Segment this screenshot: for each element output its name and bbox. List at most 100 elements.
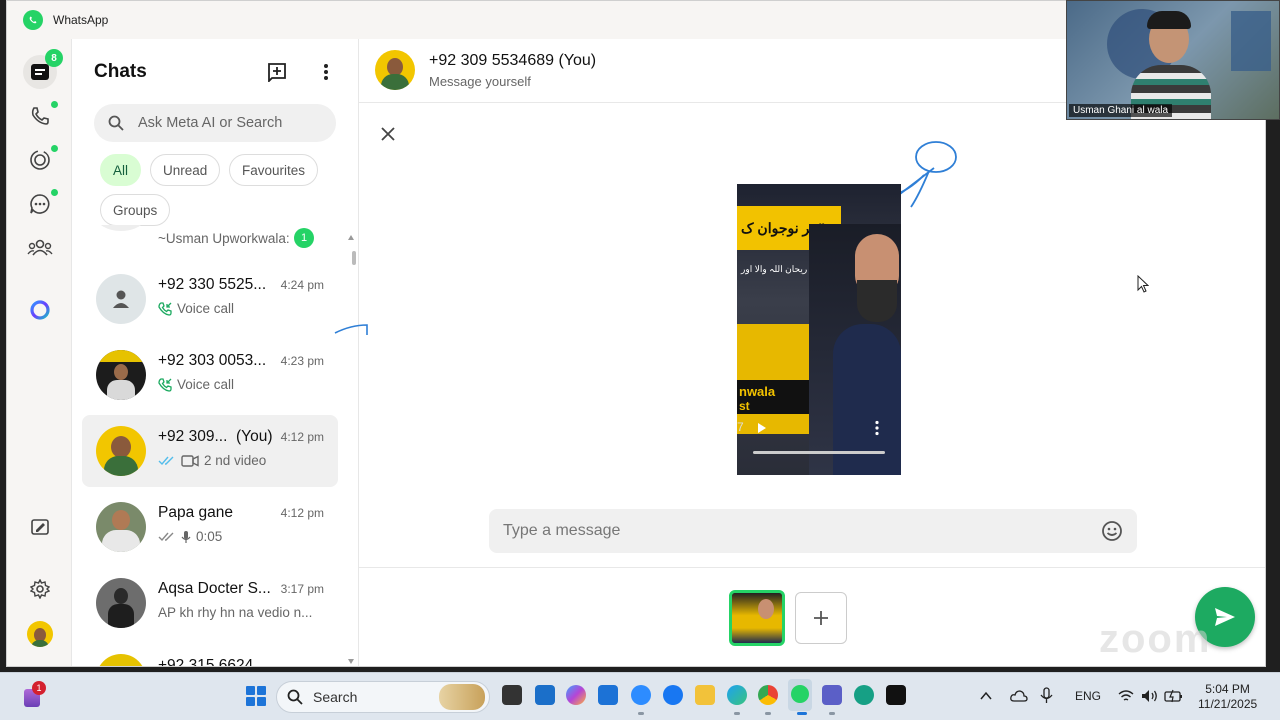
- filter-chip-all[interactable]: All: [100, 154, 142, 186]
- chats-nav-button[interactable]: 8: [23, 49, 63, 89]
- video-icon: [181, 454, 199, 467]
- caption-box[interactable]: [489, 509, 1137, 553]
- edit-note-icon: [31, 519, 49, 535]
- scroll-down-arrow[interactable]: [348, 659, 354, 664]
- chevron-up-icon[interactable]: [980, 691, 992, 701]
- calls-dot: [51, 101, 58, 108]
- chat-row-selected[interactable]: +92 309... (You) 4:12 pm 2 nd video: [82, 415, 338, 487]
- incoming-call-icon: [158, 301, 172, 316]
- chat-subtitle: 0:05: [158, 529, 222, 544]
- teams-icon[interactable]: [822, 685, 842, 705]
- meta-ai-icon: [30, 300, 50, 320]
- file-explorer-icon[interactable]: [695, 685, 715, 705]
- chat-name: +92 330 5525...: [158, 276, 267, 293]
- menu-button[interactable]: [313, 59, 339, 85]
- avatar: [96, 578, 146, 628]
- video-preview[interactable]: "ہر نوجوان ک ریحان اللہ والا اور nwala s…: [737, 184, 901, 475]
- avatar: [96, 426, 146, 476]
- input-language[interactable]: ENG: [1075, 689, 1101, 703]
- outlook-icon[interactable]: [598, 685, 618, 705]
- chat-row[interactable]: +92 303 0053... 4:23 pm Voice call: [82, 339, 338, 411]
- whatsapp-taskbar-active[interactable]: [788, 679, 812, 711]
- add-media-button[interactable]: [795, 592, 847, 644]
- settings-button[interactable]: [23, 572, 57, 606]
- running-indicator: [638, 712, 644, 715]
- start-button[interactable]: [246, 686, 266, 706]
- video-banner-text-2: st: [739, 399, 750, 413]
- channels-icon: [30, 194, 50, 214]
- communities-icon: [27, 239, 53, 256]
- capcut-icon[interactable]: [886, 685, 906, 705]
- windows-taskbar: 1 Search ENG 5:04 PM 11/21/2025: [0, 672, 1280, 720]
- channels-dot: [51, 189, 58, 196]
- chat-subtitle: Voice call: [158, 377, 234, 392]
- chat-subtitle: ~Usman Upworkwala:: [158, 231, 290, 246]
- scroll-up-arrow[interactable]: [348, 235, 354, 240]
- more-vertical-icon[interactable]: [874, 420, 880, 436]
- zoom-icon[interactable]: [631, 685, 651, 705]
- chat-time: 4:23 pm: [280, 354, 324, 368]
- emoji-icon[interactable]: [1101, 520, 1123, 542]
- avatar: [96, 274, 146, 324]
- chat-name: Aqsa Docter S...: [158, 580, 271, 597]
- window-title: WhatsApp: [53, 13, 109, 27]
- chat-row[interactable]: Papa gane 4:12 pm 0:05: [82, 491, 338, 563]
- notification-badge: 1: [32, 681, 46, 695]
- facebook-icon[interactable]: [663, 685, 683, 705]
- phone-icon: [31, 107, 49, 125]
- copilot-icon[interactable]: [566, 685, 586, 705]
- gear-icon: [30, 579, 50, 599]
- play-icon[interactable]: [757, 422, 767, 434]
- meta-ai-button[interactable]: [23, 293, 57, 327]
- unread-badge: 1: [294, 228, 314, 248]
- starred-messages-button[interactable]: [23, 511, 57, 545]
- communities-nav-button[interactable]: [23, 230, 57, 264]
- wifi-icon[interactable]: [1118, 689, 1134, 703]
- channels-nav-button[interactable]: [23, 187, 58, 221]
- chrome-icon[interactable]: [758, 685, 778, 705]
- chat-row[interactable]: +92 330 5525... 4:24 pm Voice call: [82, 263, 338, 335]
- chat-row[interactable]: +92 315 6624: [82, 643, 338, 666]
- chat-row[interactable]: Aqsa Docter S... 3:17 pm AP kh rhy hn na…: [82, 567, 338, 639]
- status-nav-button[interactable]: [23, 143, 58, 177]
- list-item[interactable]: ~Usman Upworkwala: 1: [82, 225, 338, 255]
- contact-avatar: [375, 50, 415, 90]
- close-button[interactable]: [377, 123, 399, 145]
- zoom-video-tile[interactable]: Usman Ghani al wala: [1066, 0, 1280, 120]
- chats-unread-badge: 8: [45, 49, 63, 67]
- profile-button[interactable]: [23, 617, 57, 651]
- calls-nav-button[interactable]: [23, 99, 58, 133]
- store-icon[interactable]: [535, 685, 555, 705]
- avatar: [96, 502, 146, 552]
- status-dot: [51, 145, 58, 152]
- battery-icon[interactable]: [1164, 688, 1184, 704]
- filter-chip-favourites[interactable]: Favourites: [229, 154, 319, 186]
- search-icon: [108, 115, 124, 131]
- filter-chip-unread[interactable]: Unread: [150, 154, 221, 186]
- avatar: [96, 225, 146, 231]
- search-input[interactable]: [138, 115, 318, 131]
- widgets-button[interactable]: 1: [22, 681, 46, 709]
- new-chat-button[interactable]: [264, 59, 290, 85]
- contact-name: +92 309 5534689 (You): [429, 52, 597, 69]
- cloud-icon[interactable]: [1010, 689, 1028, 703]
- media-thumbnail-selected[interactable]: [729, 590, 785, 646]
- taskbar-search[interactable]: Search: [276, 681, 490, 713]
- filter-chip-groups[interactable]: Groups: [100, 194, 171, 226]
- system-clock[interactable]: 5:04 PM 11/21/2025: [1198, 682, 1257, 712]
- default-person-icon: [113, 290, 129, 308]
- scrollbar-thumb[interactable]: [352, 251, 356, 265]
- search-box[interactable]: [94, 104, 336, 142]
- microphone-icon[interactable]: [1040, 687, 1060, 705]
- running-indicator: [765, 712, 771, 715]
- search-highlight-image: [439, 684, 485, 710]
- volume-icon[interactable]: [1141, 689, 1159, 703]
- video-progress-bar[interactable]: [753, 451, 885, 454]
- search-icon: [287, 689, 303, 705]
- avatar: [96, 654, 146, 666]
- app-icon[interactable]: [854, 685, 874, 705]
- annotation-arrow: [334, 324, 368, 335]
- edge-icon[interactable]: [727, 685, 747, 705]
- task-view-icon[interactable]: [502, 685, 522, 705]
- caption-input[interactable]: [503, 522, 1063, 540]
